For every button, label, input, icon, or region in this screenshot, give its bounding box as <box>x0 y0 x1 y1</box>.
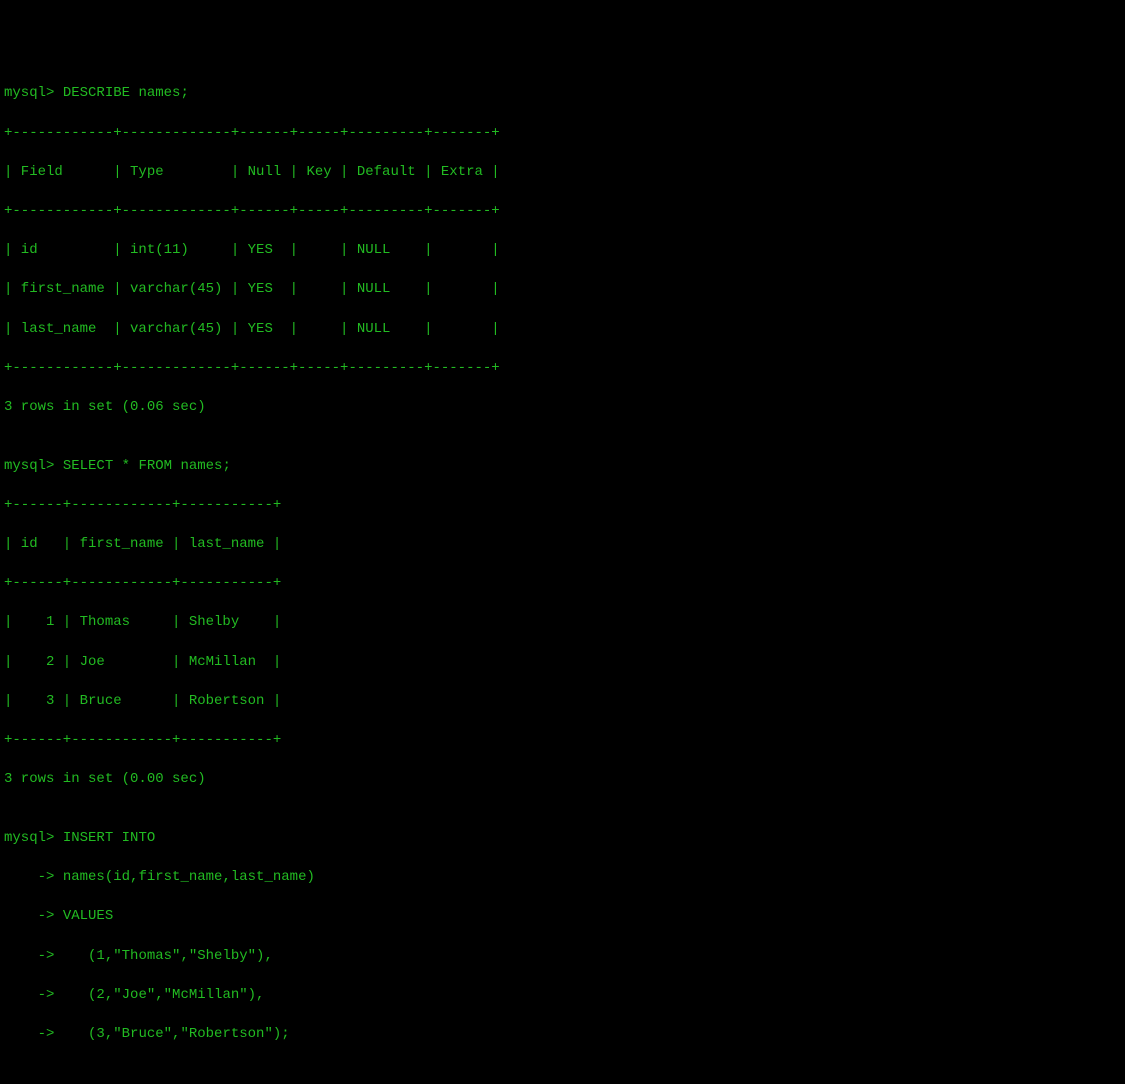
continuation-line-1[interactable]: -> names(id,first_name,last_name) <box>4 868 1121 888</box>
describe-summary: 3 rows in set (0.06 sec) <box>4 398 1121 418</box>
select-header: | id | first_name | last_name | <box>4 535 1121 555</box>
select-row-1: | 1 | Thomas | Shelby | <box>4 613 1121 633</box>
command-select: SELECT * FROM names; <box>63 458 231 474</box>
continuation-line-2[interactable]: -> VALUES <box>4 907 1121 927</box>
command-insert-6: (3,"Bruce","Robertson"); <box>63 1026 290 1042</box>
continuation-prompt: -> <box>4 869 54 885</box>
continuation-line-5[interactable]: -> (3,"Bruce","Robertson"); <box>4 1025 1121 1045</box>
continuation-prompt: -> <box>4 948 54 964</box>
continuation-line-4[interactable]: -> (2,"Joe","McMillan"), <box>4 986 1121 1006</box>
continuation-prompt: -> <box>4 1026 54 1042</box>
command-insert-1: INSERT INTO <box>63 830 155 846</box>
prompt-line-describe[interactable]: mysql> DESCRIBE names; <box>4 84 1121 104</box>
describe-row-1: | id | int(11) | YES | | NULL | | <box>4 241 1121 261</box>
describe-header: | Field | Type | Null | Key | Default | … <box>4 163 1121 183</box>
select-summary: 3 rows in set (0.00 sec) <box>4 770 1121 790</box>
prompt-line-insert[interactable]: mysql> INSERT INTO <box>4 829 1121 849</box>
describe-border-bottom: +------------+-------------+------+-----… <box>4 359 1121 379</box>
mysql-prompt: mysql> <box>4 830 54 846</box>
command-insert-4: (1,"Thomas","Shelby"), <box>63 948 273 964</box>
command-insert-5: (2,"Joe","McMillan"), <box>63 987 265 1003</box>
continuation-prompt: -> <box>4 987 54 1003</box>
select-border-bottom: +------+------------+-----------+ <box>4 731 1121 751</box>
select-border-top: +------+------------+-----------+ <box>4 496 1121 516</box>
command-insert-3: VALUES <box>63 908 113 924</box>
command-insert-2: names(id,first_name,last_name) <box>63 869 315 885</box>
describe-border-top: +------------+-------------+------+-----… <box>4 124 1121 144</box>
select-row-2: | 2 | Joe | McMillan | <box>4 653 1121 673</box>
continuation-line-3[interactable]: -> (1,"Thomas","Shelby"), <box>4 947 1121 967</box>
mysql-prompt: mysql> <box>4 458 54 474</box>
continuation-prompt: -> <box>4 908 54 924</box>
prompt-line-select[interactable]: mysql> SELECT * FROM names; <box>4 457 1121 477</box>
select-row-3: | 3 | Bruce | Robertson | <box>4 692 1121 712</box>
command-describe: DESCRIBE names; <box>63 85 189 101</box>
describe-row-3: | last_name | varchar(45) | YES | | NULL… <box>4 320 1121 340</box>
select-border-mid: +------+------------+-----------+ <box>4 574 1121 594</box>
mysql-prompt: mysql> <box>4 85 54 101</box>
describe-border-mid: +------------+-------------+------+-----… <box>4 202 1121 222</box>
describe-row-2: | first_name | varchar(45) | YES | | NUL… <box>4 280 1121 300</box>
